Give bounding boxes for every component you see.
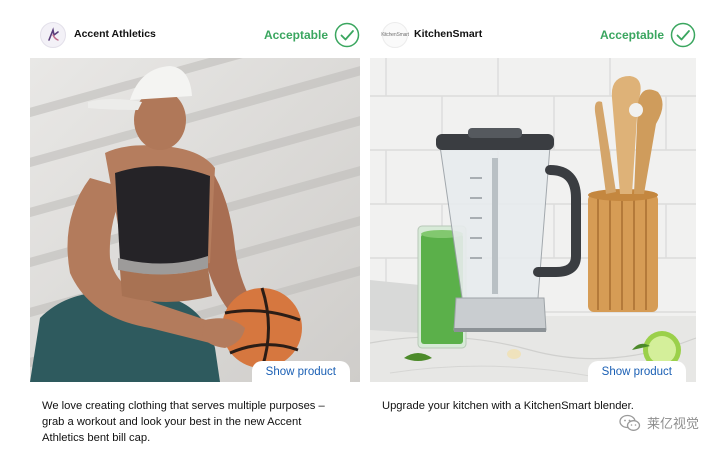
ad-caption: Upgrade your kitchen with a KitchenSmart…: [382, 400, 634, 412]
product-image-blender: Show product: [370, 58, 696, 382]
wechat-icon: [619, 414, 641, 431]
card-header: Accent Athletics Acceptable: [30, 18, 360, 52]
kitchensmart-logo-icon: KitchenSmart: [381, 22, 409, 48]
show-product-button[interactable]: Show product: [251, 361, 350, 382]
brand-name: Accent Athletics: [74, 28, 156, 40]
watermark: 莱亿视觉: [619, 413, 699, 432]
card-header: KitchenSmart KitchenSmart Acceptable: [370, 18, 696, 52]
accent-athletics-logo-icon: [40, 22, 66, 48]
ad-preview-card: Accent Athletics Acceptable Show product…: [30, 0, 360, 457]
brand-name: KitchenSmart: [414, 28, 483, 40]
kitchensmart-logo-text: KitchenSmart: [381, 32, 409, 38]
status-indicator: Acceptable: [600, 21, 696, 49]
status-label: Acceptable: [263, 28, 328, 42]
ad-caption: We love creating clothing that serves mu…: [42, 400, 325, 444]
status-label: Acceptable: [599, 28, 664, 42]
check-circle-icon: [670, 22, 696, 48]
show-product-button[interactable]: Show product: [587, 361, 686, 382]
status-indicator: Acceptable: [264, 21, 360, 49]
product-image-athlete: Show product: [30, 58, 360, 382]
check-circle-icon: [334, 22, 360, 48]
watermark-text: 莱亿视觉: [646, 416, 699, 431]
ad-preview-card: KitchenSmart KitchenSmart Acceptable Sho…: [370, 0, 696, 457]
